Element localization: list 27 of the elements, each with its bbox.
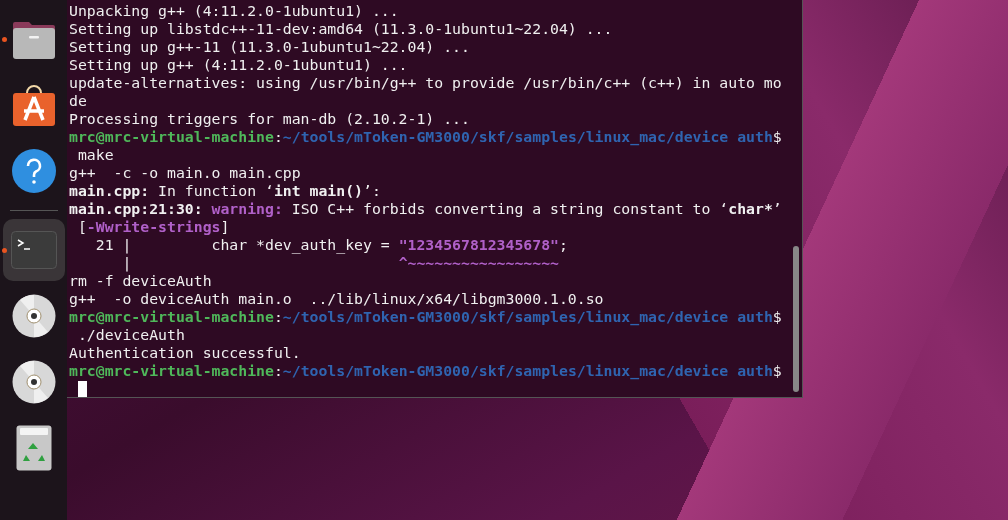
- terminal-line: update-alternatives: using /usr/bin/g++ to provide /usr/bin/c++ (c++) in auto mo: [69, 74, 783, 92]
- terminal-line: de: [69, 92, 88, 110]
- terminal-line: Unpacking g++ (4:11.2.0-1ubuntu1) ...: [69, 2, 400, 20]
- help-icon[interactable]: [10, 148, 57, 194]
- terminal-line: main.cpp: In function ‘int main()’:: [69, 182, 382, 200]
- terminal-line: mrc@mrc-virtual-machine:~/tools/mToken-GM3000/skf/samples/linux_mac/device auth$: [69, 362, 783, 380]
- terminal-line: g++ -o deviceAuth main.o ../lib/linux/x64/libgm3000.1.0.so: [69, 290, 605, 308]
- scrollbar-thumb[interactable]: [793, 246, 799, 392]
- terminal-line: mrc@mrc-virtual-machine:~/tools/mToken-GM3000/skf/samples/linux_mac/device auth$: [69, 308, 783, 326]
- terminal-line: Authentication successful.: [69, 344, 302, 362]
- disc-icon[interactable]: [11, 360, 56, 404]
- terminal-line: 21 | char *dev_auth_key = "1234567812345678";: [94, 236, 569, 254]
- terminal-line: Setting up g++ (4:11.2.0-1ubuntu1) ...: [69, 56, 409, 74]
- terminal-line: make: [76, 146, 115, 164]
- terminal-line: [-Wwrite-strings]: [76, 218, 231, 236]
- terminal-line: | ^~~~~~~~~~~~~~~~~~: [121, 254, 560, 272]
- terminal-line: rm -f deviceAuth: [69, 272, 213, 290]
- terminal-line: Processing triggers for man-db (2.10.2-1) ...: [69, 110, 471, 128]
- shopping-bag-icon[interactable]: [11, 83, 56, 127]
- terminal-line: main.cpp:21:30: warning: ISO C++ forbids converting a string constant to ‘char*’: [69, 200, 783, 218]
- terminal-line: Setting up g++-11 (11.3.0-1ubuntu1~22.04) ...: [69, 38, 471, 56]
- disc-icon[interactable]: [11, 294, 56, 338]
- terminal-line: Setting up libstdc++-11-dev:amd64 (11.3.0-1ubuntu1~22.04) ...: [69, 20, 614, 38]
- terminal-line: mrc@mrc-virtual-machine:~/tools/mToken-GM3000/skf/samples/linux_mac/device auth$: [69, 128, 783, 146]
- trash-icon[interactable]: [15, 425, 52, 471]
- terminal-line: ./deviceAuth: [76, 326, 186, 344]
- terminal-line: g++ -c -o main.o main.cpp: [69, 164, 302, 182]
